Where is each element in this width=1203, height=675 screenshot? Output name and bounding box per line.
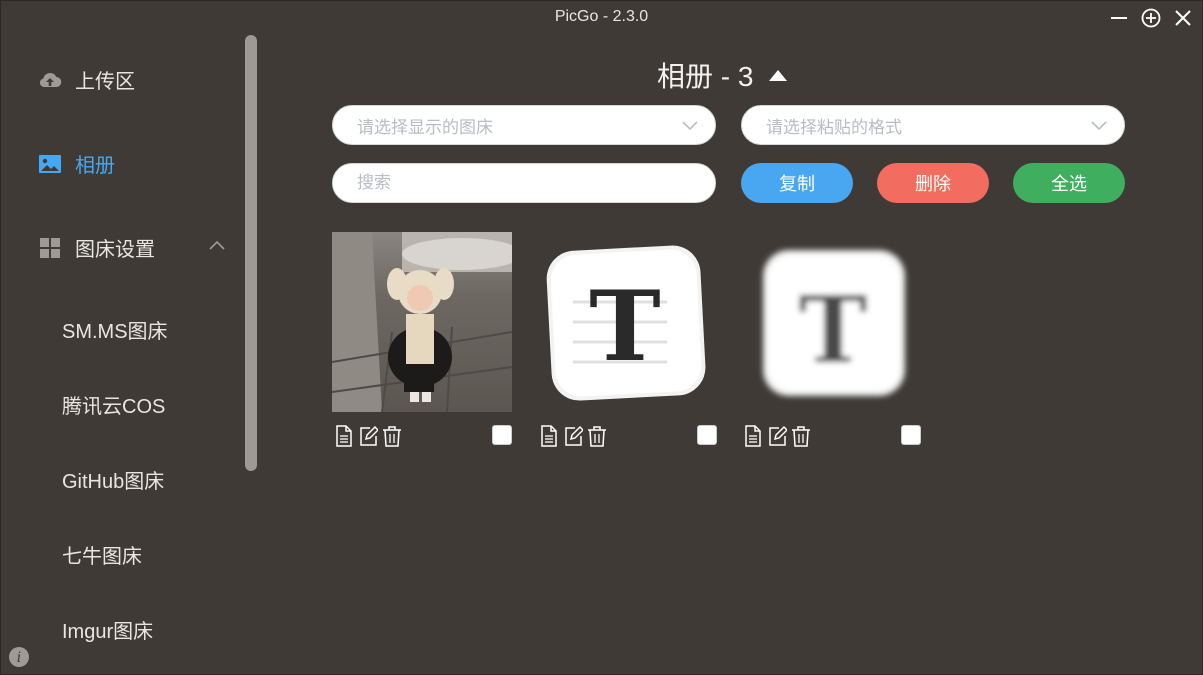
delete-button[interactable]: 删除 [877,163,989,203]
close-icon [1175,10,1191,26]
chevron-down-icon [682,121,698,131]
sidebar-item-upload[interactable]: 上传区 [37,65,135,94]
svg-text:T: T [589,270,660,383]
gallery-panel: 相册 - 3 请选择显示的图床 请选择粘贴的格式 复制 删除 全选 [263,35,1202,674]
title-bar[interactable]: PicGo - 2.3.0 [1,1,1202,35]
sidebar: 上传区 相册 图床设置 SM.MS图床 腾讯云COS GitHub图床 七牛图床… [1,35,263,674]
paste-format-select-placeholder: 请选择粘贴的格式 [766,117,902,137]
search-input[interactable] [332,163,716,203]
window-title: PicGo - 2.3.0 [554,8,649,25]
sidebar-subitem-imgur[interactable]: Imgur图床 [62,615,153,644]
gallery-thumbnail[interactable] [332,232,512,412]
minimize-button[interactable] [1108,7,1130,29]
trash-icon[interactable] [791,425,811,447]
select-all-button[interactable]: 全选 [1013,163,1125,203]
file-icon[interactable] [334,425,354,447]
picbed-select[interactable]: 请选择显示的图床 [332,105,716,145]
sidebar-item-label: 上传区 [75,71,135,93]
minimize-icon [1111,17,1127,19]
photo-image [332,232,512,412]
sidebar-subitem-github[interactable]: GitHub图床 [62,465,164,494]
gallery-item: T [537,232,717,447]
sidebar-item-label: 图床设置 [75,239,155,261]
gallery-thumbnail[interactable]: T [537,232,717,412]
copy-button[interactable]: 复制 [741,163,853,203]
plus-circle-icon [1141,8,1161,28]
chevron-down-icon [1091,121,1107,131]
sidebar-item-picbed-settings[interactable]: 图床设置 [37,233,155,262]
maximize-button[interactable] [1140,7,1162,29]
sidebar-subitem-qiniu[interactable]: 七牛图床 [62,540,142,569]
edit-icon[interactable] [563,425,583,447]
typora-app-icon-blurred: T [763,250,905,396]
svg-text:T: T [799,276,867,384]
image-icon [37,151,63,177]
chevron-up-icon[interactable] [207,238,227,252]
sidebar-scrollbar[interactable] [245,35,257,471]
gallery-item: T [741,232,921,447]
gallery-item-checkbox[interactable] [901,425,921,445]
app-window: PicGo - 2.3.0 上传区 相册 图床设置 SM.MS图床 腾讯云COS… [0,0,1203,675]
edit-icon[interactable] [767,425,787,447]
sidebar-item-label: 相册 [75,155,115,177]
cloud-upload-icon [37,67,63,93]
edit-icon[interactable] [358,425,378,447]
close-button[interactable] [1172,7,1194,29]
picbed-select-placeholder: 请选择显示的图床 [357,117,493,137]
gallery-item-actions [537,425,717,449]
paste-format-select[interactable]: 请选择粘贴的格式 [741,105,1125,145]
sidebar-item-gallery[interactable]: 相册 [37,149,115,178]
gallery-item [332,232,512,447]
window-controls [1108,7,1194,29]
sidebar-subitem-tencent-cos[interactable]: 腾讯云COS [62,390,165,419]
gallery-item-actions [332,425,512,449]
page-title-text: 相册 - 3 [657,61,754,92]
page-title: 相册 - 3 [657,55,789,95]
gallery-item-checkbox[interactable] [697,425,717,445]
gallery-item-actions [741,425,921,449]
trash-icon[interactable] [587,425,607,447]
grid-icon [37,235,63,261]
svg-text:i: i [17,650,21,666]
trash-icon[interactable] [382,425,402,447]
file-icon[interactable] [539,425,559,447]
typora-app-icon: T [546,245,706,401]
gallery-item-checkbox[interactable] [492,425,512,445]
caret-up-icon[interactable] [767,67,789,83]
sidebar-subitem-smms[interactable]: SM.MS图床 [62,315,168,344]
info-icon[interactable]: i [8,646,30,668]
file-icon[interactable] [743,425,763,447]
gallery-thumbnail[interactable]: T [741,232,921,412]
